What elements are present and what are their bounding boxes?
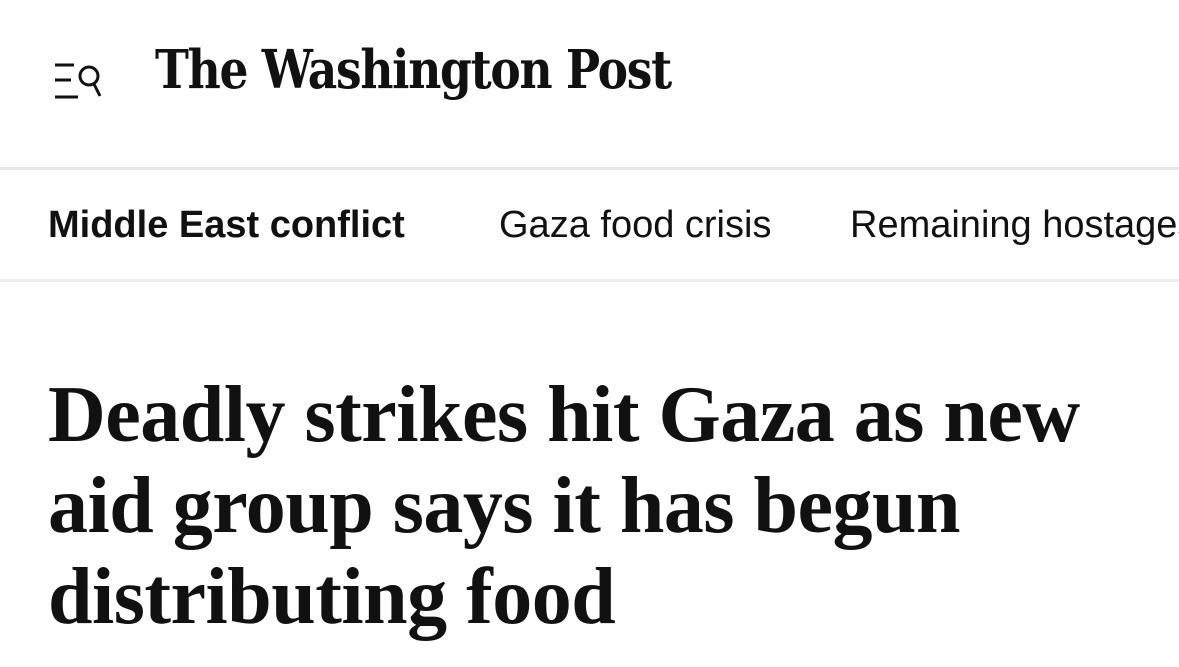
topic-gaza-food-crisis[interactable]: Gaza food crisis — [499, 203, 771, 247]
site-header: The Washington Post — [0, 0, 1179, 170]
site-logo[interactable]: The Washington Post — [155, 44, 672, 97]
menu-search-icon — [55, 63, 102, 99]
topic-middle-east-conflict[interactable]: Middle East conflict — [48, 203, 405, 247]
page: The Washington Post Middle East conflict… — [0, 0, 1179, 667]
topic-remaining-hostages[interactable]: Remaining hostages — [850, 203, 1179, 247]
menu-search-button[interactable] — [54, 60, 104, 104]
article-headline: Deadly strikes hit Gaza as new aid group… — [48, 371, 1080, 641]
topic-nav: Middle East conflict Gaza food crisis Re… — [0, 170, 1179, 282]
